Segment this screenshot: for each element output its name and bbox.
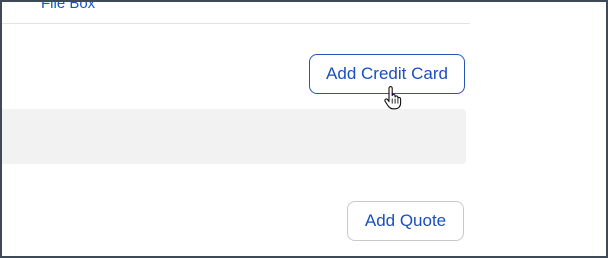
hand-pointer-icon [384, 86, 402, 110]
section-divider [2, 23, 470, 24]
empty-list-panel [2, 109, 466, 164]
file-box-link[interactable]: File Box [41, 2, 95, 14]
add-quote-button[interactable]: Add Quote [347, 201, 464, 241]
app-window: File Box Add Credit Card Add Quote [0, 0, 608, 258]
